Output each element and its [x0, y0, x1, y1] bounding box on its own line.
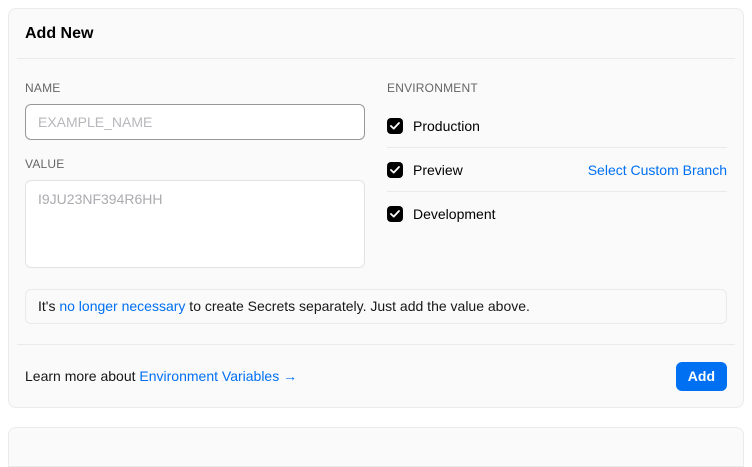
env-row-development: Development [387, 192, 727, 236]
no-longer-necessary-link[interactable]: no longer necessary [59, 298, 185, 314]
environment-options: Production Preview Select Custom Branch … [387, 104, 727, 236]
name-input[interactable] [25, 104, 365, 140]
select-custom-branch-link[interactable]: Select Custom Branch [588, 162, 727, 178]
note-text-prefix: It's [38, 298, 59, 314]
value-input[interactable] [25, 180, 365, 268]
environment-label: ENVIRONMENT [387, 81, 727, 95]
env-row-production: Production [387, 104, 727, 148]
environment-column: ENVIRONMENT Production Preview Select Cu… [387, 81, 727, 273]
environment-variables-link[interactable]: Environment Variables → [139, 368, 297, 384]
checkbox-production-checked-icon[interactable] [387, 118, 403, 134]
card-body: NAME VALUE ENVIRONMENT Production Pre [9, 59, 743, 273]
env-option-label: Development [413, 206, 496, 222]
env-option-label: Preview [413, 162, 463, 178]
next-card-edge [8, 427, 744, 467]
page-title: Add New [25, 25, 93, 43]
card-header: Add New [17, 9, 735, 59]
learn-more-text: Learn more about Environment Variables → [25, 368, 297, 384]
note-text-suffix: to create Secrets separately. Just add t… [185, 298, 530, 314]
add-new-card: Add New NAME VALUE ENVIRONMENT Productio… [8, 8, 744, 408]
card-footer: Learn more about Environment Variables →… [17, 344, 735, 407]
left-column: NAME VALUE [25, 81, 365, 273]
value-label: VALUE [25, 157, 365, 171]
env-option-label: Production [413, 118, 480, 134]
env-row-preview: Preview Select Custom Branch [387, 148, 727, 192]
add-button[interactable]: Add [676, 362, 727, 391]
learn-more-prefix: Learn more about [25, 368, 139, 384]
name-label: NAME [25, 81, 365, 95]
secrets-note: It's no longer necessary to create Secre… [25, 289, 727, 324]
checkbox-development-checked-icon[interactable] [387, 206, 403, 222]
checkbox-preview-checked-icon[interactable] [387, 162, 403, 178]
